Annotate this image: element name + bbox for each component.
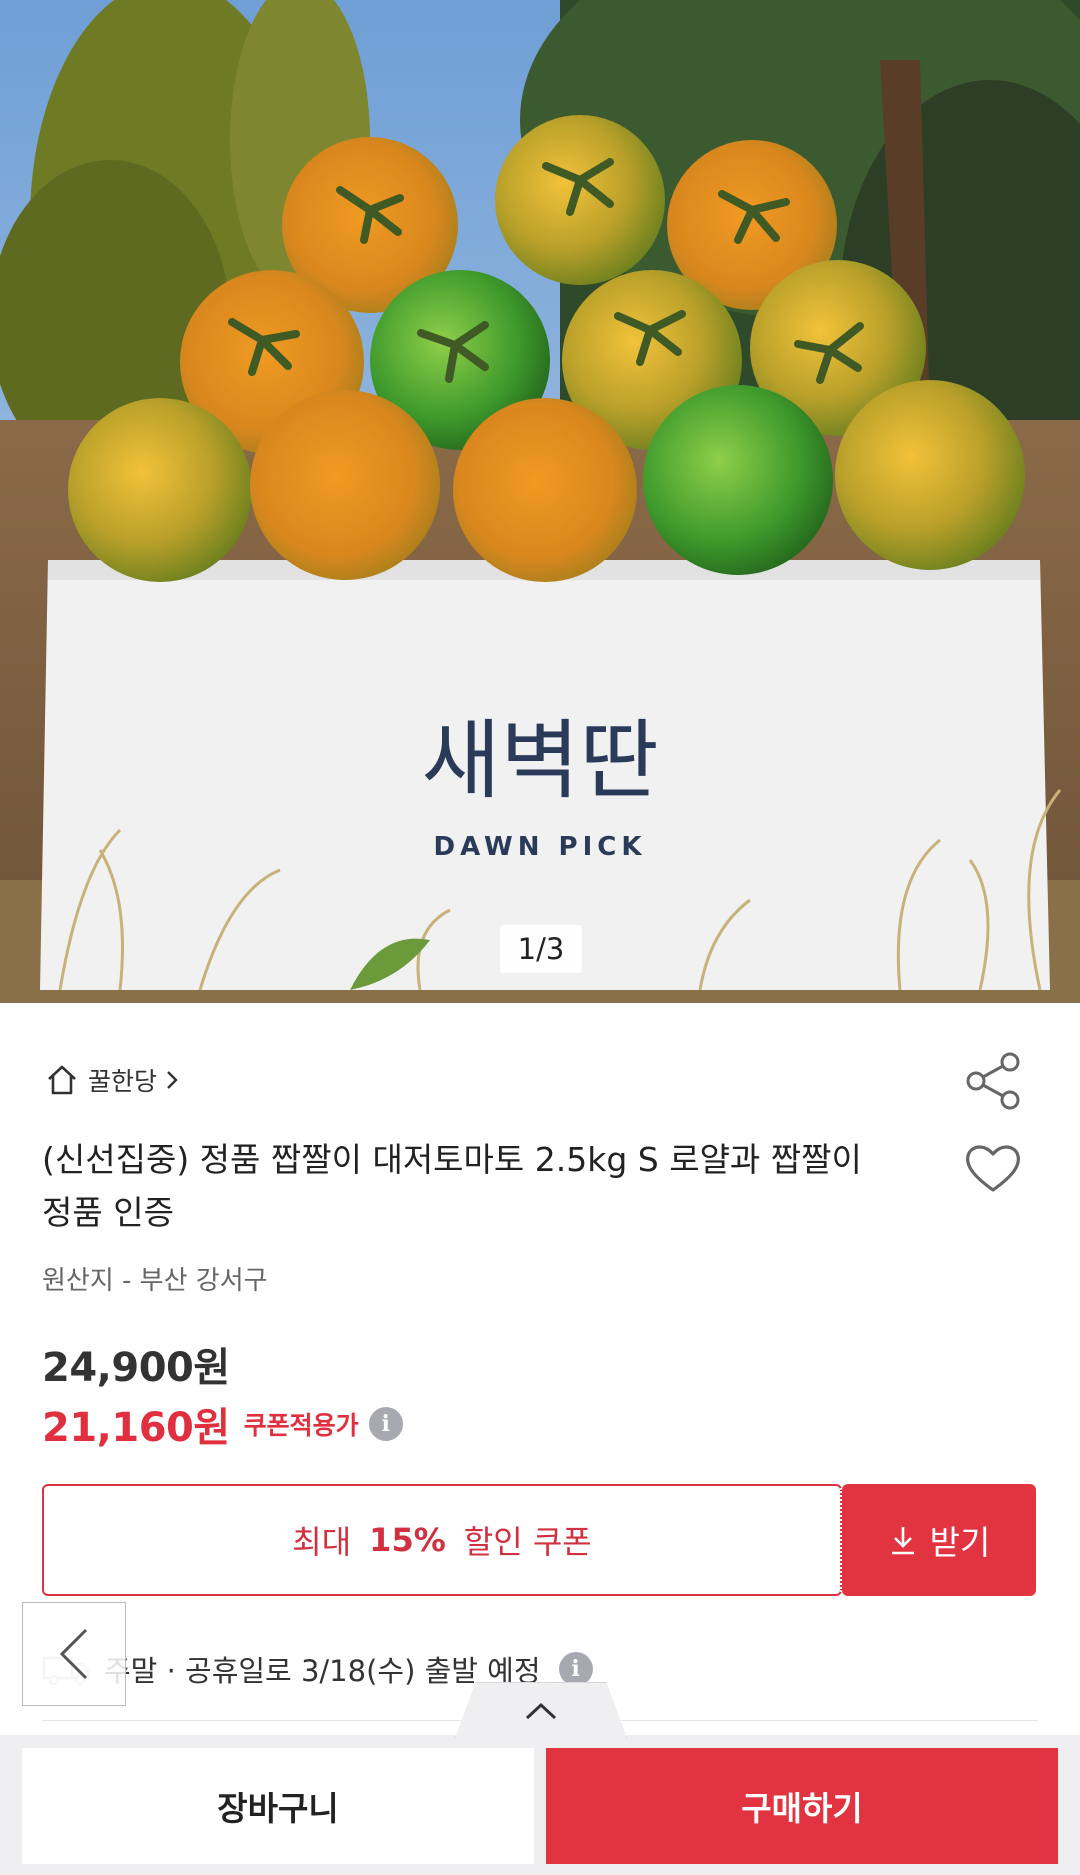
add-to-cart-button[interactable]: 장바구니 [22, 1748, 534, 1864]
box-logo-korean: 새벽딴 [421, 711, 658, 811]
image-counter: 1/3 [500, 925, 582, 973]
share-icon[interactable] [960, 1050, 1030, 1112]
download-icon [891, 1527, 914, 1555]
sale-price: 21,160원 [42, 1405, 230, 1451]
coupon-download-button[interactable]: 받기 [842, 1484, 1036, 1596]
back-button[interactable] [22, 1602, 126, 1706]
chevron-right-icon [167, 1071, 178, 1089]
coupon-button-label: 받기 [929, 1523, 991, 1562]
coupon-banner[interactable]: 최대 15% 할인 쿠폰 [42, 1484, 842, 1596]
coupon-percent: 15% [369, 1521, 446, 1559]
original-price: 24,900원 [42, 1345, 230, 1391]
product-origin: 원산지 - 부산 강서구 [42, 1266, 268, 1296]
home-icon [48, 1065, 76, 1095]
coupon-suffix: 할인 쿠폰 [463, 1523, 592, 1561]
chevron-up-icon [525, 1702, 557, 1719]
store-link[interactable]: 꿀한당 [44, 1060, 179, 1100]
chevron-left-icon [59, 1628, 88, 1680]
product-image-carousel[interactable]: 새벽딴 DAWN PICK 1/3 [0, 0, 1080, 1003]
coupon-divider [840, 1488, 842, 1592]
buy-now-button[interactable]: 구매하기 [546, 1748, 1058, 1864]
product-photo: 새벽딴 DAWN PICK [0, 0, 1080, 1003]
coupon-price-label: 쿠폰적용가 [243, 1411, 359, 1440]
heart-icon[interactable] [962, 1140, 1024, 1196]
product-title: (신선집중) 정품 짭짤이 대저토마토 2.5kg S 로얄과 짭짤이 정품 인… [42, 1140, 862, 1232]
sale-price-row: 21,160원 쿠폰적용가 i [42, 1395, 403, 1453]
coupon-prefix: 최대 [292, 1523, 352, 1561]
store-name: 꿀한당 [88, 1067, 158, 1096]
expand-handle[interactable] [455, 1682, 627, 1738]
box-logo-english: DAWN PICK [434, 832, 647, 862]
info-icon[interactable]: i [368, 1407, 403, 1441]
shipping-info-icon[interactable]: i [558, 1652, 593, 1686]
